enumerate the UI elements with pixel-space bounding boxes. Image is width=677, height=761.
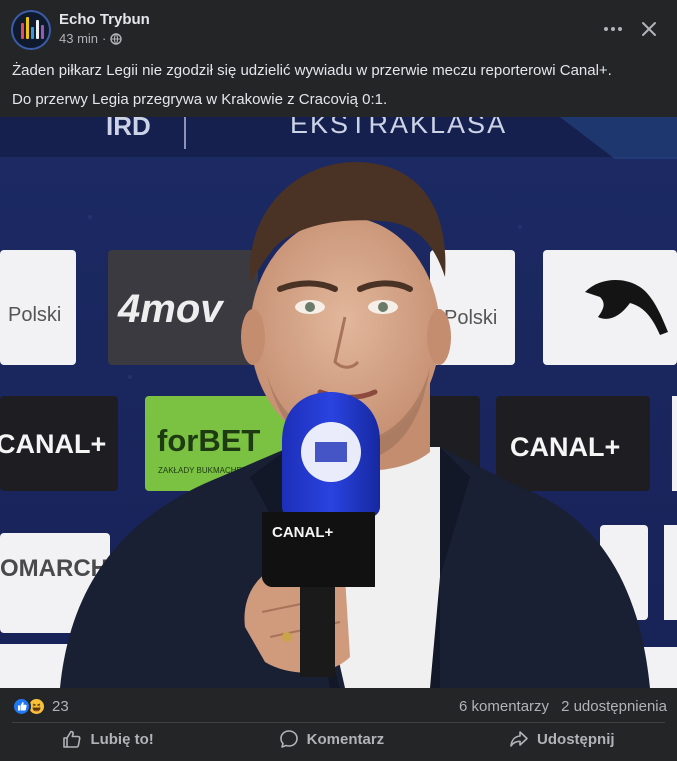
sponsor-canal-right: CANAL+ <box>510 432 620 462</box>
sponsor-canal-left: CANAL+ <box>0 429 106 459</box>
like-icon <box>12 696 31 716</box>
share-button[interactable]: Udostępnij <box>499 724 625 754</box>
reaction-count[interactable]: 23 <box>52 698 69 715</box>
post-text: Żaden piłkarz Legii nie zgodził się udzi… <box>12 61 667 119</box>
like-button-label: Lubię to! <box>90 730 154 748</box>
sponsor-comarch: OMARCH <box>0 555 108 582</box>
share-icon <box>510 731 528 747</box>
author-name[interactable]: Echo Trybun <box>59 11 150 28</box>
post-actions: Lubię to! Komentarz Udostępnij <box>0 724 677 754</box>
svg-text:IRD: IRD <box>106 117 151 141</box>
post-time[interactable]: 43 min <box>59 31 98 46</box>
reaction-icons <box>12 696 46 716</box>
comment-button-label: Komentarz <box>306 730 385 748</box>
sponsor-4move: 4mov <box>117 287 225 331</box>
thumbs-up-icon <box>63 730 81 748</box>
sponsor-forbet: forBET <box>157 423 260 458</box>
share-button-label: Udostępnij <box>537 730 615 748</box>
facebook-post: Echo Trybun 43 min · Żaden piłkarz Legii… <box>0 0 677 761</box>
post-paragraph-1: Żaden piłkarz Legii nie zgodził się udzi… <box>12 62 612 79</box>
engagement-counts: 6 komentarzy 2 udostępnienia <box>459 698 667 715</box>
more-options-button[interactable] <box>598 14 628 44</box>
close-button[interactable] <box>634 14 664 44</box>
avatar[interactable] <box>11 10 51 50</box>
globe-icon <box>110 32 123 45</box>
comment-button[interactable]: Komentarz <box>269 724 395 754</box>
post-photo[interactable]: IRD EKSTRAKLASA Polski CANAL+ OMARCH 4mo… <box>0 117 677 688</box>
shares-count[interactable]: 2 udostępnienia <box>561 698 667 715</box>
like-button[interactable]: Lubię to! <box>52 724 163 754</box>
post-header: Echo Trybun 43 min · <box>0 0 677 58</box>
comments-count[interactable]: 6 komentarzy <box>459 698 549 715</box>
comment-icon <box>279 730 298 748</box>
ekstraklasa-banner: EKSTRAKLASA <box>290 117 507 139</box>
reactions-summary[interactable]: 23 <box>12 696 69 716</box>
meta-separator: · <box>102 31 107 46</box>
sponsor-polski-right: Polski <box>444 307 497 329</box>
sponsor-polski-left: Polski <box>8 304 61 326</box>
actions-divider <box>12 722 665 723</box>
post-paragraph-2: Do przerwy Legia przegrywa w Krakowie z … <box>12 91 388 108</box>
mic-flag-label: CANAL+ <box>272 524 333 541</box>
close-icon <box>642 22 656 36</box>
more-icon <box>604 27 622 31</box>
post-meta: 43 min · <box>59 31 123 46</box>
